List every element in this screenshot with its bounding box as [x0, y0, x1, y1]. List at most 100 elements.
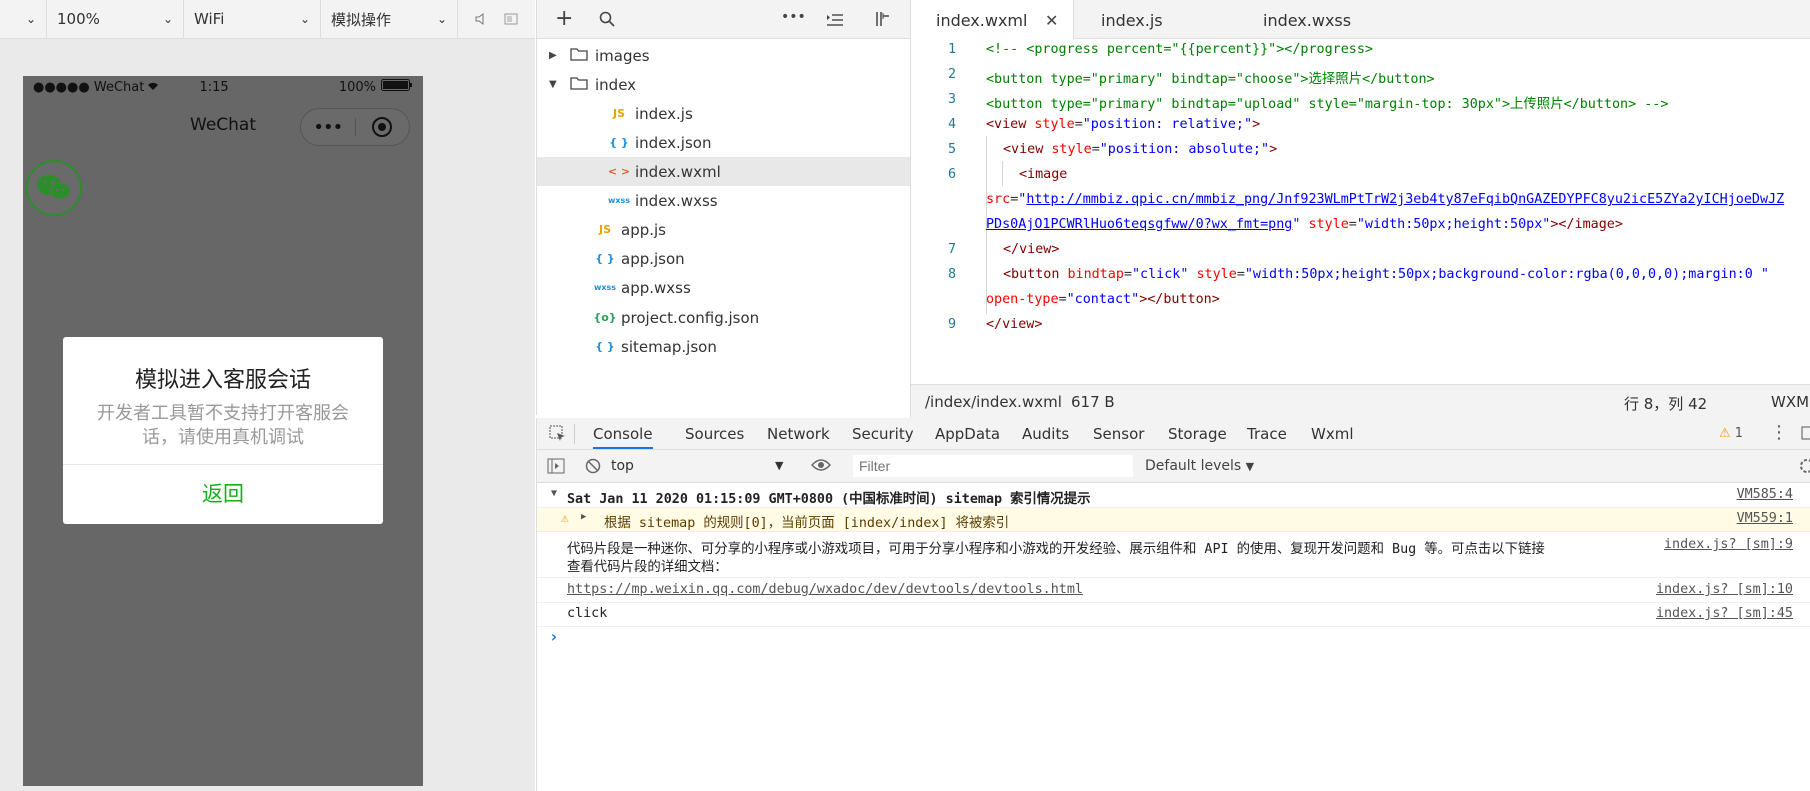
console-filter-input[interactable]	[853, 455, 1133, 477]
file-tree-item[interactable]: { } sitemap.json	[537, 332, 911, 361]
code-line: <!-- <progress percent="{{percent}}"></p…	[986, 42, 1373, 57]
chevron-down-icon: ⌄	[436, 11, 447, 26]
network-dropdown[interactable]: WiFi ⌄	[184, 0, 321, 39]
more-icon[interactable]: •••	[301, 117, 355, 138]
file-tree-item[interactable]: { } app.json	[537, 244, 911, 273]
toggle-sidebar-icon[interactable]	[547, 458, 565, 478]
file-tree-label: sitemap.json	[621, 337, 717, 356]
tab-security[interactable]: Security	[852, 418, 914, 450]
file-tree-item[interactable]: wxss app.wxss	[537, 273, 911, 302]
file-tree-item[interactable]: JS index.js	[537, 99, 911, 128]
expand-arrow-icon[interactable]: ▼	[551, 488, 557, 499]
file-tree-item[interactable]: JS app.js	[537, 215, 911, 244]
tab-sources[interactable]: Sources	[685, 418, 744, 450]
dialog-title: 模拟进入客服会话	[134, 368, 311, 393]
inspect-element-icon[interactable]	[549, 425, 567, 447]
wechat-contact-icon[interactable]	[26, 160, 82, 216]
tab-storage[interactable]: Storage	[1168, 418, 1227, 450]
source-link[interactable]: index.js? [sm]:10	[1656, 582, 1793, 597]
code-line: <view style="position: absolute;">	[1003, 142, 1278, 157]
console-group-header[interactable]: ▼ Sat Jan 11 2020 01:15:09 GMT+0800 (中国标…	[537, 483, 1810, 508]
file-tree-label: index.wxss	[635, 191, 718, 210]
log-levels-value: Default levels	[1145, 458, 1242, 474]
code-editor[interactable]: 1 2 3 4 5 6 7 8 9 <!-- <progress percent…	[910, 39, 1810, 384]
zoom-dropdown[interactable]: 100% ⌄	[47, 0, 184, 39]
wifi-icon	[147, 81, 159, 94]
tab-network[interactable]: Network	[767, 418, 830, 450]
context-value: top	[611, 458, 634, 474]
battery-percent: 100%	[338, 79, 376, 95]
code-line: PDs0AjO1PCWRlHuo6teqsgfww/0?wx_fmt=png" …	[986, 217, 1623, 232]
kebab-menu-icon[interactable]: ⋮	[1770, 422, 1788, 443]
folder-icon	[567, 47, 591, 64]
file-tree-item[interactable]: {o} project.config.json	[537, 303, 911, 332]
signal-indicator: ●●●●● WeChat	[33, 79, 145, 95]
tab-divider	[574, 424, 575, 444]
chevron-down-icon: ⌄	[162, 11, 173, 26]
capsule-menu[interactable]: •••	[300, 108, 410, 146]
tab-sensor[interactable]: Sensor	[1093, 418, 1144, 450]
warning-count: 1	[1734, 426, 1744, 441]
caret-down-icon: ▼	[775, 459, 784, 472]
eye-icon[interactable]	[811, 458, 831, 476]
clear-console-icon[interactable]	[585, 458, 601, 478]
warning-indicator[interactable]: ⚠ 1	[1719, 426, 1743, 441]
source-link[interactable]: VM559:1	[1737, 511, 1793, 526]
file-tree-item[interactable]: wxss index.wxss	[537, 186, 911, 215]
network-value: WiFi	[194, 10, 225, 28]
config-icon: {o}	[593, 311, 617, 324]
line-number: 8	[947, 267, 956, 282]
tab-index-wxml[interactable]: index.wxml ✕	[911, 0, 1074, 39]
more-icon[interactable]: •••	[781, 9, 806, 25]
log-levels-dropdown[interactable]: Default levels ▼	[1145, 458, 1254, 474]
console-prompt[interactable]: ›	[549, 627, 1749, 651]
phone-status-bar: ●●●●● WeChat 1:15 100%	[23, 76, 423, 98]
expand-arrow-icon[interactable]: ▶	[549, 50, 557, 61]
tab-wxml[interactable]: Wxml	[1311, 418, 1354, 450]
file-tree-item[interactable]: < > index.wxml	[537, 157, 911, 186]
info-message-line1: 代码片段是一种迷你、可分享的小程序或小游戏项目，可用于分享小程序和小游戏的开发经…	[567, 542, 1545, 557]
settings-icon[interactable]	[1799, 458, 1810, 478]
source-link[interactable]: index.js? [sm]:45	[1656, 606, 1793, 621]
add-icon[interactable]: +	[555, 6, 573, 31]
file-tree: ▶ images ▼ index JS index.js { } index.json < > i…	[536, 39, 911, 415]
caret-down-icon: ▼	[1245, 460, 1255, 473]
file-tree-label: index.js	[635, 104, 693, 123]
tab-audits[interactable]: Audits	[1022, 418, 1069, 450]
tab-trace[interactable]: Trace	[1247, 418, 1287, 450]
tab-index-js[interactable]: index.js	[1101, 0, 1163, 39]
console-warning-row[interactable]: ⚠ ▶ 根据 sitemap 的规则[0]，当前页面 [index/index]…	[537, 508, 1810, 532]
split-icon[interactable]	[874, 11, 890, 31]
context-select[interactable]: top ▼	[605, 454, 791, 478]
source-link[interactable]: index.js? [sm]:9	[1664, 537, 1793, 552]
expand-arrow-icon[interactable]: ▼	[549, 79, 557, 90]
device-dropdown[interactable]: ⌄	[0, 0, 47, 39]
dock-icon[interactable]	[1801, 426, 1810, 444]
search-icon[interactable]	[599, 11, 615, 31]
window-icon[interactable]	[496, 0, 526, 39]
operation-dropdown[interactable]: 模拟操作 ⌄	[321, 0, 458, 39]
source-link[interactable]: VM585:4	[1737, 487, 1793, 502]
collapse-icon[interactable]	[827, 12, 843, 31]
file-tree-item[interactable]: { } index.json	[537, 128, 911, 157]
prompt-chevron-icon: ›	[549, 627, 559, 646]
file-tree-item[interactable]: ▼ index	[537, 70, 911, 99]
language-mode[interactable]: WXML	[1771, 393, 1810, 411]
tab-label: index.wxml	[936, 11, 1028, 30]
line-number: 9	[947, 317, 956, 332]
close-icon[interactable]: ✕	[1045, 0, 1058, 41]
code-line: src="http://mmbiz.qpic.cn/mmbiz_png/Jnf9…	[986, 192, 1785, 207]
mute-icon[interactable]	[466, 0, 496, 39]
tab-console[interactable]: Console	[593, 418, 653, 449]
file-tree-item[interactable]: ▶ images	[537, 41, 911, 70]
dialog-back-button[interactable]: 返回	[63, 465, 383, 524]
tab-index-wxss[interactable]: index.wxss	[1263, 0, 1351, 39]
tab-appdata[interactable]: AppData	[935, 418, 1000, 450]
cursor-position: 行 8，列 42	[1624, 395, 1708, 413]
expand-arrow-icon[interactable]: ▶	[581, 512, 586, 522]
close-miniprogram-icon[interactable]	[355, 116, 409, 138]
docs-link[interactable]: https://mp.weixin.qq.com/debug/wxadoc/de…	[567, 582, 1083, 597]
editor-tabs: index.wxml ✕ index.js index.wxss	[910, 0, 1810, 39]
operation-value: 模拟操作	[331, 10, 392, 29]
file-tree-label: index.wxml	[635, 162, 721, 181]
